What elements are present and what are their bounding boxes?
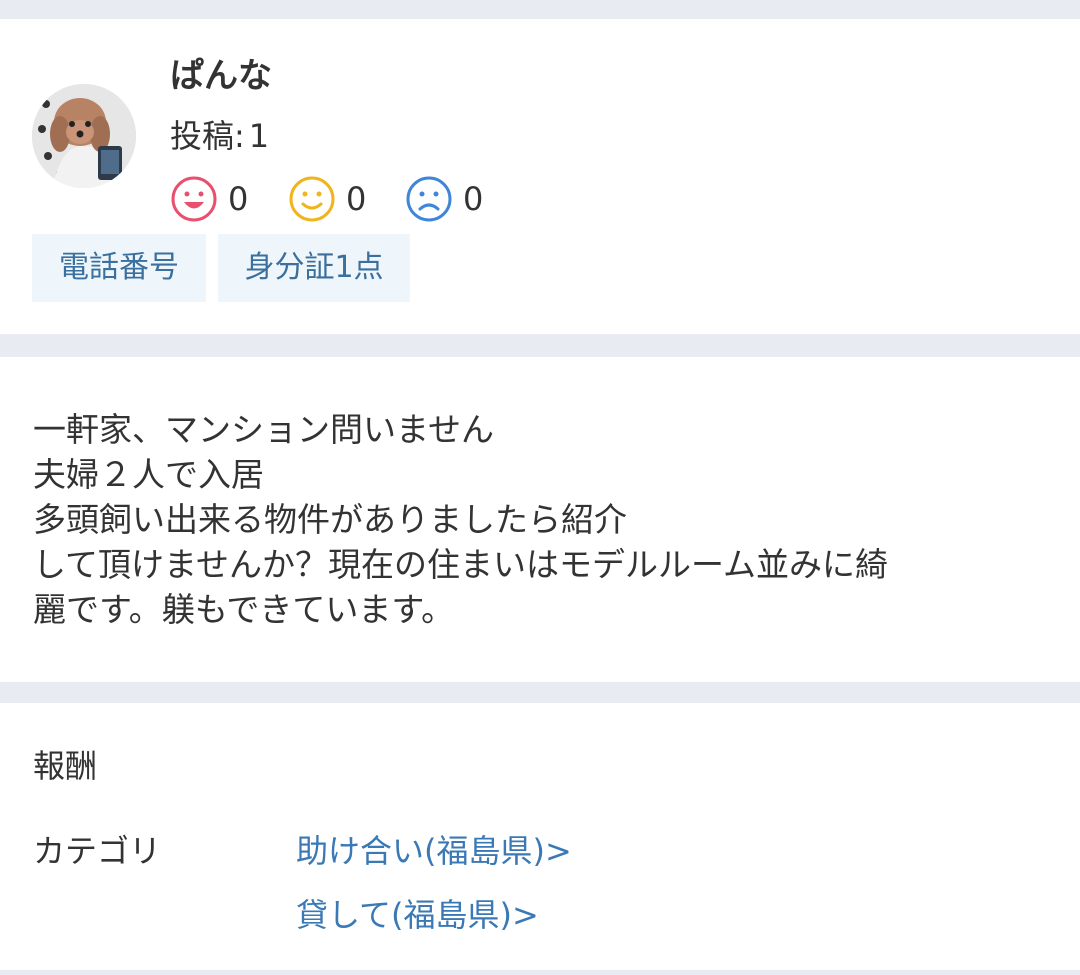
smile-face-icon [289,176,335,222]
post-line: 多頭飼い出来る物件がありましたら紹介 [33,500,627,539]
reward-label: 報酬 [33,747,98,785]
profile-card: ぱんな 投稿: 1 0 0 0 電話番号 身分証1点 [0,19,1080,334]
post-count-label: 投稿: [170,117,245,155]
category-label: カテゴリ [33,832,162,870]
avatar[interactable] [32,84,136,188]
post-line: 麗です。躾もできています。 [33,590,455,629]
post-count: 投稿: 1 [170,120,269,152]
rating-normal: 0 [288,175,366,223]
post-body: 一軒家、マンション問いません 夫婦２人で入居 多頭飼い出来る物件がありましたら紹… [33,407,1043,632]
rating-good: 0 [170,175,248,223]
post-line: 夫婦２人で入居 [33,455,264,494]
rating-bad: 0 [405,175,483,223]
rating-normal-count: 0 [346,180,367,218]
sad-face-icon [406,176,452,222]
badge-id-verified: 身分証1点 [218,234,410,302]
laughing-face-icon [171,176,217,222]
info-card: 報酬 カテゴリ 助け合い(福島県)> 貸して(福島県)> [0,703,1080,970]
rating-bad-count: 0 [463,180,484,218]
post-line: 一軒家、マンション問いません [33,410,495,449]
badge-phone-verified: 電話番号 [32,234,206,302]
category-link-lend[interactable]: 貸して(福島県)> [296,899,539,931]
post-body-card: 一軒家、マンション問いません 夫婦２人で入居 多頭飼い出来る物件がありましたら紹… [0,357,1080,682]
post-count-value: 1 [248,117,270,155]
category-link-mutual-help[interactable]: 助け合い(福島県)> [296,835,572,867]
avatar-dog-image [32,84,136,188]
username: ぱんな [170,56,272,96]
rating-good-count: 0 [228,180,249,218]
post-line: して頂けませんか？現在の住まいはモデルルーム並みに綺 [33,545,889,584]
